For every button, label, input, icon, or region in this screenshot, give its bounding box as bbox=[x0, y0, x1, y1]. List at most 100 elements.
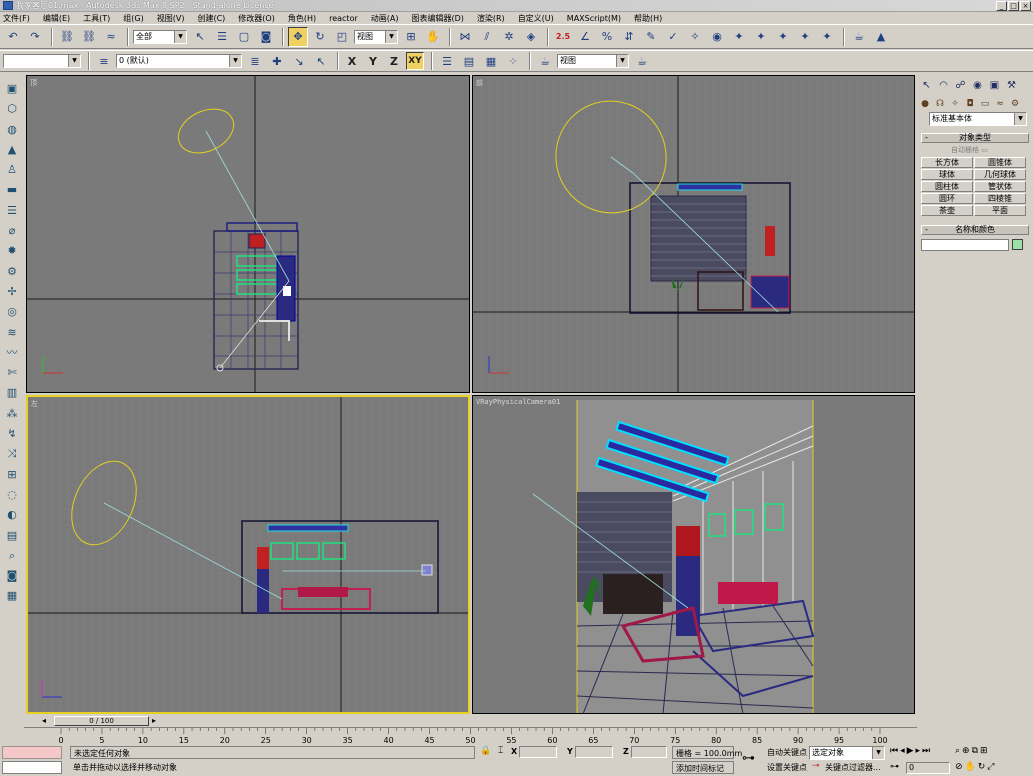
cone-button[interactable]: 圆锥体 bbox=[974, 157, 1026, 168]
hair-icon[interactable]: ✄ bbox=[3, 364, 21, 381]
pyramid-button[interactable]: 四棱锥 bbox=[974, 193, 1026, 204]
redo-icon[interactable]: ↷ bbox=[25, 27, 45, 47]
render-last-icon[interactable]: ✦ bbox=[773, 27, 793, 47]
hierarchy-tab-icon[interactable]: ☍ bbox=[953, 78, 968, 93]
active-shade-icon[interactable]: ☕ bbox=[632, 51, 652, 71]
named-selection-dropdown[interactable] bbox=[3, 54, 81, 68]
cone-icon[interactable]: ▲ bbox=[3, 141, 21, 158]
display-tab-icon[interactable]: ▣ bbox=[987, 78, 1002, 93]
render-region-icon[interactable]: ✦ bbox=[795, 27, 815, 47]
y-coord-field[interactable] bbox=[575, 746, 613, 758]
key-filter-icon[interactable]: ⊸ bbox=[812, 761, 820, 771]
box-button[interactable]: 长方体 bbox=[921, 157, 973, 168]
bone-icon[interactable]: ♙ bbox=[3, 161, 21, 178]
ring-icon[interactable]: ◌ bbox=[3, 486, 21, 503]
select-object-icon[interactable]: ↖ bbox=[190, 27, 210, 47]
lock-selection-icon[interactable]: 🔒 bbox=[480, 746, 491, 756]
schematic-view-icon[interactable]: ▦ bbox=[481, 51, 501, 71]
percent-snap-icon[interactable]: % bbox=[597, 27, 617, 47]
render-type-icon[interactable]: ✦ bbox=[817, 27, 837, 47]
curve-editor-icon[interactable]: ◈ bbox=[521, 27, 541, 47]
modify-tab-icon[interactable]: ◠ bbox=[936, 78, 951, 93]
menu-character[interactable]: 角色(H) bbox=[288, 13, 316, 24]
current-layer-dropdown[interactable]: 0 (默认) bbox=[116, 54, 242, 68]
maxscript-listener-mini[interactable] bbox=[2, 746, 62, 759]
material-balls-icon[interactable]: ⁘ bbox=[503, 51, 523, 71]
primitive-category-dropdown[interactable]: 标准基本体 bbox=[929, 112, 1027, 126]
view-nav-controls-top[interactable]: ⌕⊕⧉⊞ bbox=[955, 746, 990, 756]
menu-customize[interactable]: 自定义(U) bbox=[518, 13, 554, 24]
menu-edit[interactable]: 编辑(E) bbox=[43, 13, 70, 24]
teapot-button[interactable]: 茶壶 bbox=[921, 205, 973, 216]
menu-help[interactable]: 帮助(H) bbox=[634, 13, 662, 24]
select-layer-icon[interactable]: ↘ bbox=[289, 51, 309, 71]
light-icon[interactable]: ✹ bbox=[3, 242, 21, 259]
systems-icon[interactable]: ⚙ bbox=[1009, 98, 1021, 110]
menu-group[interactable]: 组(G) bbox=[123, 13, 143, 24]
material-editor-icon[interactable]: ◉ bbox=[707, 27, 727, 47]
bind-space-warp-icon[interactable]: ≈ bbox=[101, 27, 121, 47]
viewport-camera[interactable]: VRayPhysicalCamera01 bbox=[472, 395, 915, 714]
particle-icon[interactable]: ⁂ bbox=[3, 405, 21, 422]
scene-icon[interactable]: ▦ bbox=[3, 587, 21, 604]
select-by-name-icon[interactable]: ☰ bbox=[212, 27, 232, 47]
absolute-mode-icon[interactable]: ⌶ bbox=[498, 746, 503, 756]
sphere-button[interactable]: 球体 bbox=[921, 169, 973, 180]
quick-render-icon[interactable]: ✦ bbox=[751, 27, 771, 47]
motion-tab-icon[interactable]: ◉ bbox=[970, 78, 985, 93]
menu-graph-editors[interactable]: 图表编辑器(D) bbox=[411, 13, 463, 24]
gear-icon[interactable]: ⚙ bbox=[3, 263, 21, 280]
magnify-icon[interactable]: ⌕ bbox=[3, 547, 21, 564]
cloth-icon[interactable]: ▥ bbox=[3, 384, 21, 401]
prev-frame-icon[interactable]: ◂ bbox=[42, 716, 46, 725]
align-icon[interactable]: ⫽ bbox=[477, 27, 497, 47]
lattice-icon[interactable]: ⊞ bbox=[3, 466, 21, 483]
teapot-render-icon[interactable]: ☕ bbox=[849, 27, 869, 47]
current-frame-field[interactable]: 0 bbox=[906, 762, 950, 774]
axis-x-button[interactable]: X bbox=[343, 52, 361, 70]
name-color-rollout[interactable]: 名称和颜色 bbox=[921, 225, 1029, 235]
edit-named-selection-icon[interactable]: ✎ bbox=[641, 27, 661, 47]
auto-key-button[interactable]: 自动关键点 bbox=[764, 746, 808, 759]
rect-selection-icon[interactable]: ▢ bbox=[234, 27, 254, 47]
undo-icon[interactable]: ↶ bbox=[3, 27, 23, 47]
pivot-center-icon[interactable]: ⊞ bbox=[401, 27, 421, 47]
menu-create[interactable]: 创建(C) bbox=[197, 13, 225, 24]
geometry-icon[interactable]: ● bbox=[919, 98, 931, 110]
viewport-left[interactable]: 左 bbox=[26, 395, 470, 714]
render-frame-icon[interactable]: ▤ bbox=[3, 527, 21, 544]
playback-controls[interactable]: ⏮◂▶▸⏭ bbox=[890, 746, 932, 756]
link-icon[interactable]: ⛓ bbox=[57, 27, 77, 47]
track-bar[interactable]: 0 5 10 15 20 25 30 35 40 45 50 55 60 65 70 75 80 85 90 95 10… bbox=[24, 727, 917, 745]
cylinder-icon[interactable]: ⬡ bbox=[3, 100, 21, 117]
cameras-icon[interactable]: ◘ bbox=[964, 98, 976, 110]
close-button[interactable]: × bbox=[1020, 1, 1031, 11]
unlink-icon[interactable]: ⛓ bbox=[79, 27, 99, 47]
viewport-top[interactable]: 顶 bbox=[26, 75, 470, 393]
key-filters-button[interactable]: 关键点过滤器... bbox=[822, 761, 886, 774]
minimize-button[interactable]: _ bbox=[996, 1, 1007, 11]
view-nav-controls-bottom[interactable]: ⊘✋↻⤢ bbox=[955, 762, 997, 772]
render-view-dropdown[interactable]: 视图 bbox=[557, 54, 629, 68]
menu-reactor[interactable]: reactor bbox=[329, 14, 358, 23]
ref-coord-dropdown[interactable]: 视图 bbox=[354, 29, 398, 44]
stairs-icon[interactable]: ☰ bbox=[3, 202, 21, 219]
create-layer-icon[interactable]: ≣ bbox=[245, 51, 265, 71]
tube-button[interactable]: 管状体 bbox=[974, 181, 1026, 192]
geosphere-button[interactable]: 几何球体 bbox=[974, 169, 1026, 180]
key-mode-toggle-icon[interactable]: ⊶ bbox=[890, 762, 899, 772]
pipe-icon[interactable]: ⌀ bbox=[3, 222, 21, 239]
time-slider[interactable]: 0 / 100 bbox=[54, 716, 149, 726]
sphere-icon[interactable]: ◍ bbox=[3, 121, 21, 138]
environment-icon[interactable]: ▲ bbox=[871, 27, 891, 47]
helper-icon[interactable]: ✢ bbox=[3, 283, 21, 300]
track-view-icon[interactable]: ▤ bbox=[459, 51, 479, 71]
key-mode-icon[interactable]: ⊶ bbox=[742, 751, 755, 766]
key-selection-dropdown[interactable]: 选定对象 bbox=[809, 746, 885, 760]
torus-button[interactable]: 圆环 bbox=[921, 193, 973, 204]
space-warps-icon[interactable]: ≈ bbox=[994, 98, 1006, 110]
select-rotate-icon[interactable]: ↻ bbox=[310, 27, 330, 47]
set-current-layer-icon[interactable]: ↖ bbox=[311, 51, 331, 71]
selection-filter-dropdown[interactable]: 全部 bbox=[133, 29, 187, 44]
object-color-swatch[interactable] bbox=[1012, 239, 1023, 250]
